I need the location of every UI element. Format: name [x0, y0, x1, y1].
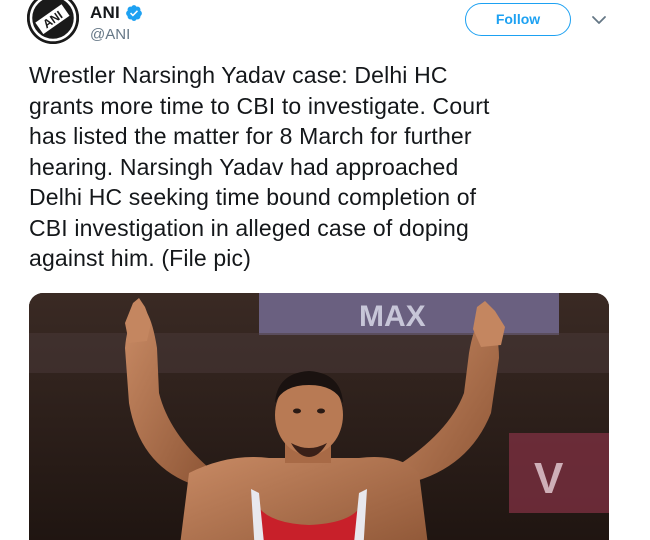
chevron-down-icon[interactable]	[590, 13, 608, 27]
tweet-text-line: Delhi HC seeking time bound completion o…	[29, 184, 477, 210]
tweet-text-line: Wrestler Narsingh Yadav case: Delhi HC	[29, 62, 448, 88]
tweet-text-line: has listed the matter for 8 March for fu…	[29, 123, 472, 149]
ani-logo-icon: ANI	[27, 0, 79, 44]
banner-text: MAX	[359, 300, 426, 333]
tweet-text-line: hearing. Narsingh Yadav had approached	[29, 153, 459, 180]
follow-button[interactable]: Follow	[465, 3, 571, 36]
tweet-card: ANI ANI @ANI Follow Wrestler Narsingh Ya…	[0, 0, 650, 540]
verified-badge-icon	[126, 5, 142, 21]
banner-side-text: V	[534, 454, 564, 503]
tweet-text-line: against him. (File pic)	[29, 245, 252, 271]
tweet-text-line: CBI investigation in alleged case of dop…	[29, 214, 469, 241]
display-name[interactable]: ANI	[90, 3, 120, 23]
tweet-text: Wrestler Narsingh Yadav case: Delhi HC g…	[29, 60, 629, 274]
account-handle[interactable]: @ANI	[90, 26, 130, 43]
wrestler-photo: MAX V	[29, 293, 609, 540]
avatar[interactable]: ANI	[27, 0, 79, 44]
tweet-text-line: grants more time to CBI to investigate. …	[29, 92, 490, 119]
tweet-photo[interactable]: MAX V	[29, 293, 609, 540]
account-name-row: ANI	[90, 3, 143, 23]
